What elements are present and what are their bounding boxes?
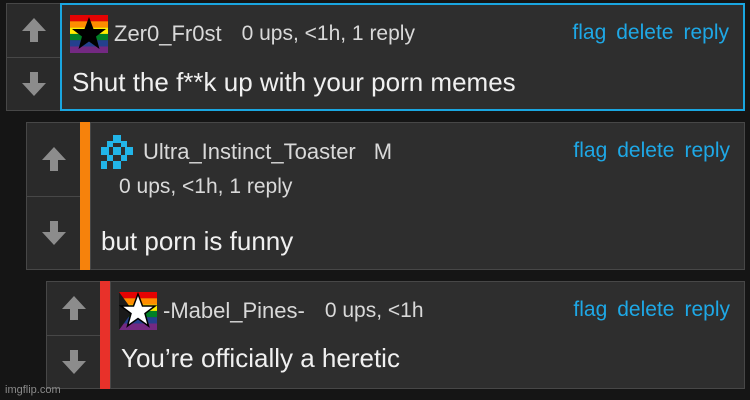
arrow-down-icon [21,71,46,96]
comment-mabel-pines: -Mabel_Pines- 0 ups, <1h flag delete rep… [46,281,745,389]
flag-link[interactable]: flag [572,21,606,45]
comment-ultra-instinct-toaster: Ultra_Instinct_Toaster M 0 ups, <1h, 1 r… [26,122,745,270]
vote-column [26,122,80,270]
comment-header: Ultra_Instinct_Toaster M [99,133,392,171]
vote-column [6,3,60,111]
delete-link[interactable]: delete [617,298,674,322]
comment-header: Zer0_Fr0st 0 ups, <1h, 1 reply [70,15,415,53]
username[interactable]: -Mabel_Pines- [163,298,305,324]
downvote-button[interactable] [27,196,80,269]
arrow-up-icon [41,147,66,172]
arrow-down-icon [41,220,66,245]
comment-body: -Mabel_Pines- 0 ups, <1h flag delete rep… [110,281,745,389]
comment-actions: flag delete reply [572,21,729,45]
comment-zer0-fr0st: Zer0_Fr0st 0 ups, <1h, 1 reply flag dele… [6,3,745,111]
reply-depth-stripe [80,122,90,270]
comment-text: Shut the f**k up with your porn memes [72,67,516,97]
rainbow-flag-white-star-icon[interactable] [119,292,157,330]
comment-body: Zer0_Fr0st 0 ups, <1h, 1 reply flag dele… [60,3,745,111]
upvote-button[interactable] [7,4,60,58]
comment-body: Ultra_Instinct_Toaster M 0 ups, <1h, 1 r… [90,122,745,270]
username[interactable]: Zer0_Fr0st [114,21,222,47]
upvote-button[interactable] [27,123,80,197]
comment-meta: 0 ups, <1h [324,299,424,322]
mod-badge: M [373,139,393,164]
arrow-up-icon [61,296,86,321]
comment-actions: flag delete reply [573,298,730,322]
comment-meta: 0 ups, <1h, 1 reply [241,22,415,45]
comment-thread: Zer0_Fr0st 0 ups, <1h, 1 reply flag dele… [0,0,750,400]
imgflip-watermark: imgflip.com [5,384,61,396]
flag-link[interactable]: flag [573,298,607,322]
arrow-down-icon [61,349,86,374]
reply-depth-stripe [100,281,110,389]
upvote-button[interactable] [47,282,100,336]
rainbow-flag-black-star-icon[interactable] [70,15,108,53]
comment-text: You’re officially a heretic [121,343,400,373]
downvote-button[interactable] [47,335,100,388]
arrow-up-icon [21,18,46,43]
comment-actions: flag delete reply [573,139,730,163]
reply-link[interactable]: reply [684,298,730,322]
reply-link[interactable]: reply [683,21,729,45]
downvote-button[interactable] [7,57,60,110]
vote-column [46,281,100,389]
comment-text: but porn is funny [101,226,294,256]
comment-header: -Mabel_Pines- 0 ups, <1h [119,292,424,330]
username[interactable]: Ultra_Instinct_Toaster [143,139,356,165]
comment-meta: 0 ups, <1h, 1 reply [119,175,293,198]
delete-link[interactable]: delete [617,139,674,163]
delete-link[interactable]: delete [616,21,673,45]
pixel-blue-pattern-icon[interactable] [99,133,137,171]
flag-link[interactable]: flag [573,139,607,163]
reply-link[interactable]: reply [684,139,730,163]
